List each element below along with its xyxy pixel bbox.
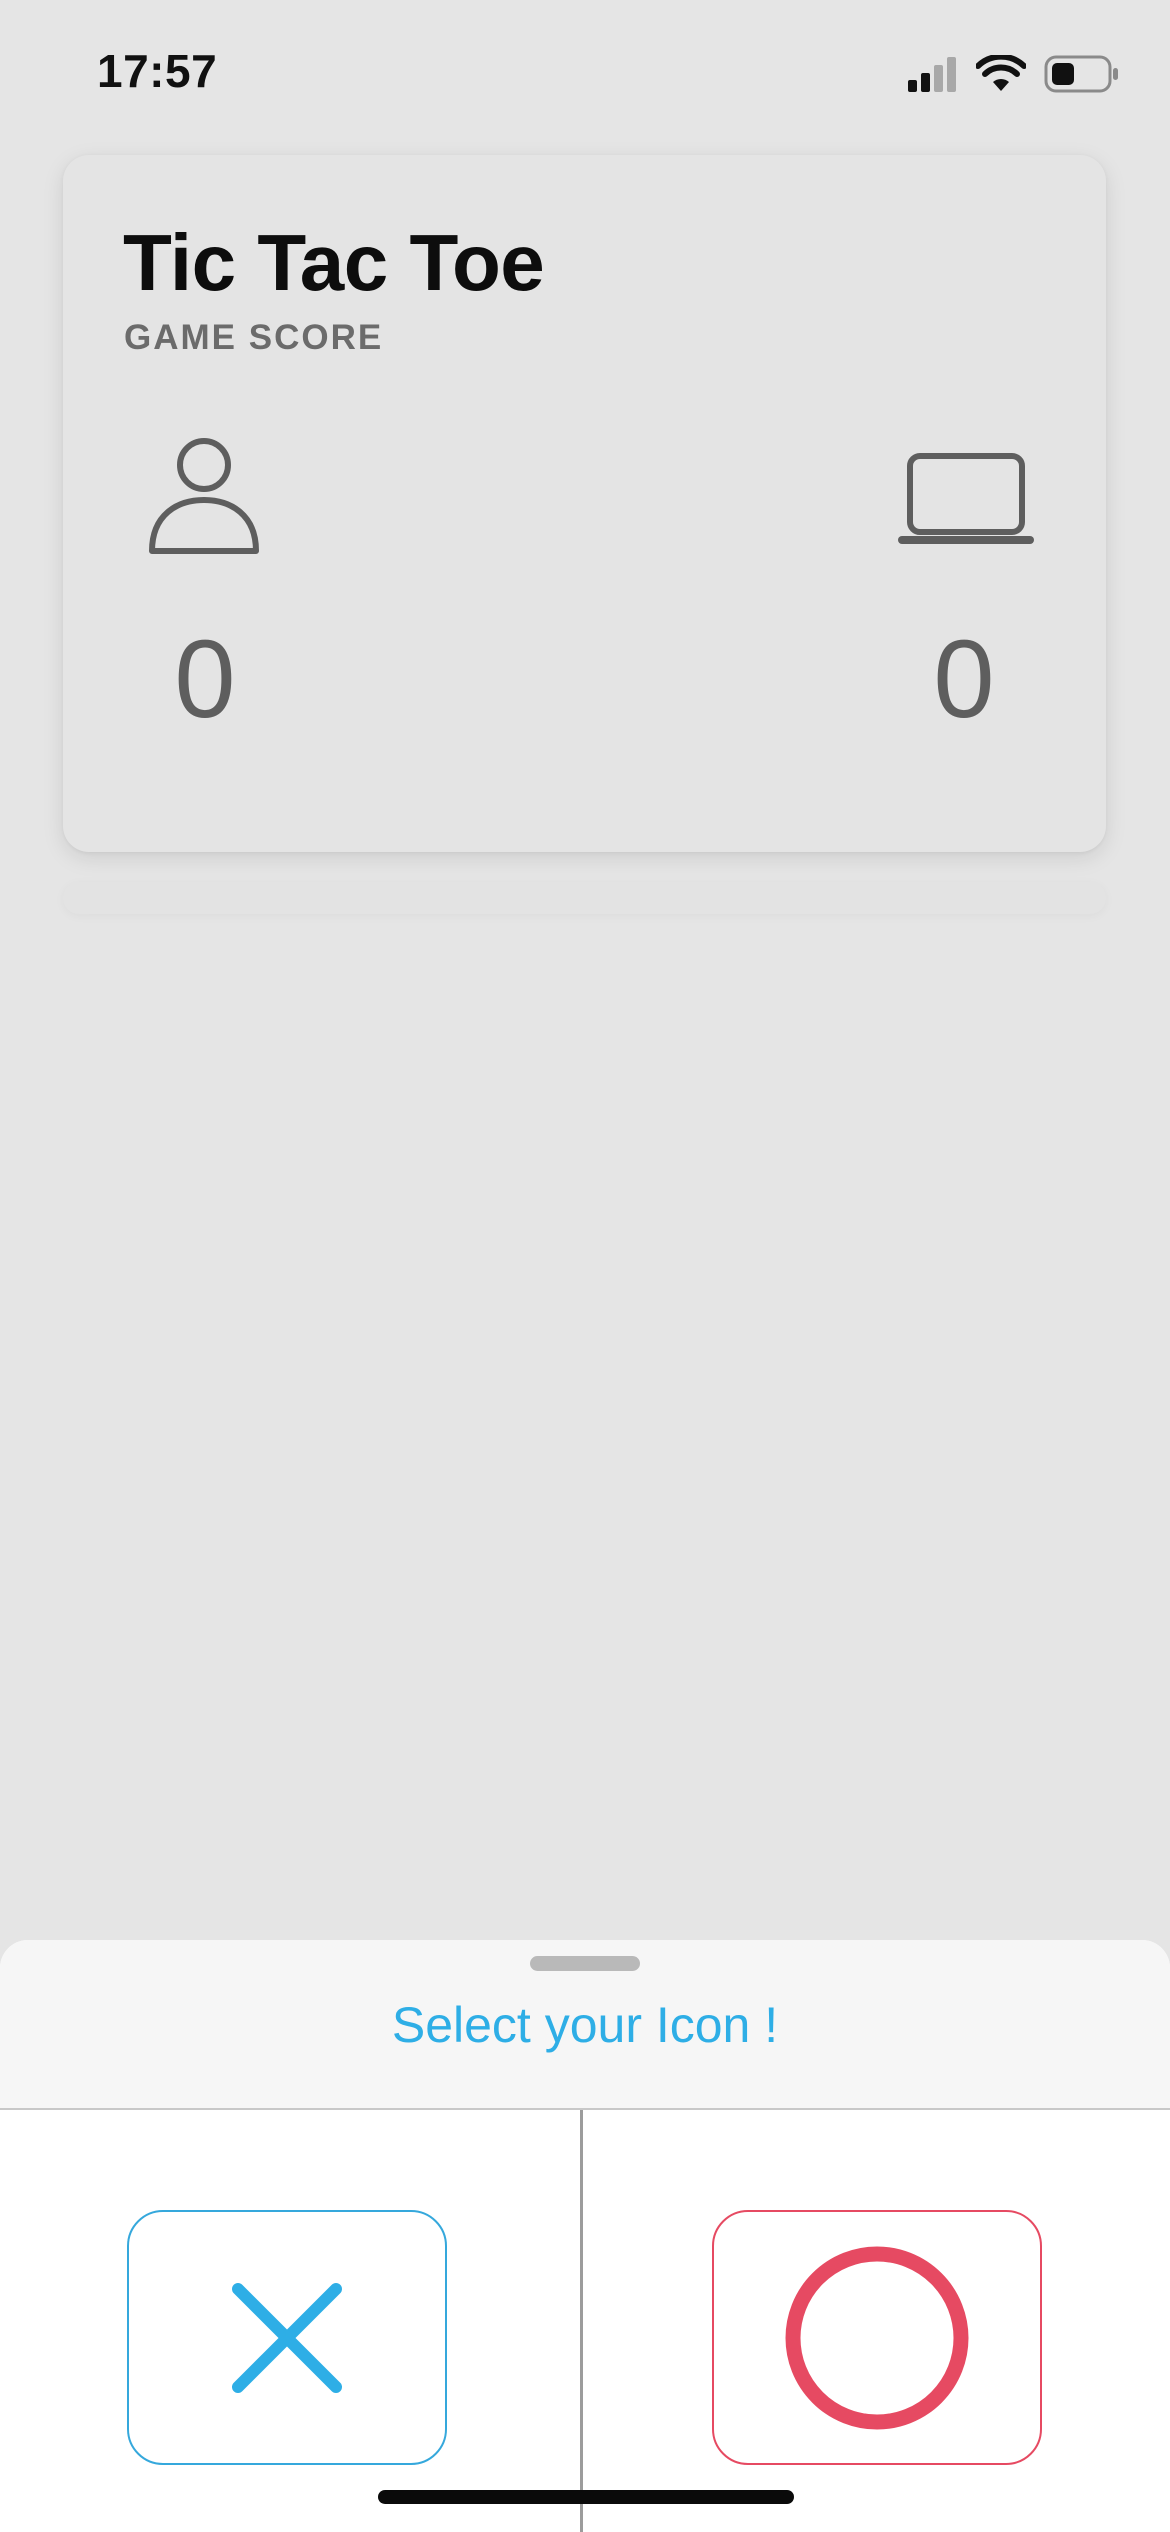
- card-placeholder: [63, 882, 1106, 914]
- sheet-grabber[interactable]: [530, 1956, 640, 1971]
- o-icon: [785, 2246, 969, 2429]
- home-indicator[interactable]: [378, 2490, 794, 2504]
- status-time: 17:57: [97, 45, 218, 97]
- status-icons: [906, 50, 1120, 98]
- battery-icon: [1044, 55, 1118, 93]
- wifi-icon: [976, 55, 1026, 91]
- select-o-button[interactable]: [712, 2210, 1042, 2465]
- x-icon: [232, 2282, 342, 2393]
- laptop-icon: [898, 453, 1034, 544]
- sheet-header: Select your Icon !: [0, 1940, 1170, 2110]
- sheet-title: Select your Icon !: [391, 1997, 779, 2053]
- score-subtitle: GAME SCORE: [124, 318, 384, 357]
- person-icon: [149, 438, 259, 554]
- computer-score: 0: [933, 618, 995, 741]
- sheet-divider: [580, 2110, 583, 2532]
- score-card: Tic Tac Toe GAME SCORE 0 0: [63, 155, 1106, 852]
- player-score: 0: [174, 618, 236, 741]
- cellular-signal-icon: [908, 57, 956, 92]
- status-bar: 17:57: [0, 0, 1170, 140]
- page-title: Tic Tac Toe: [123, 218, 545, 307]
- select-x-button[interactable]: [127, 2210, 447, 2465]
